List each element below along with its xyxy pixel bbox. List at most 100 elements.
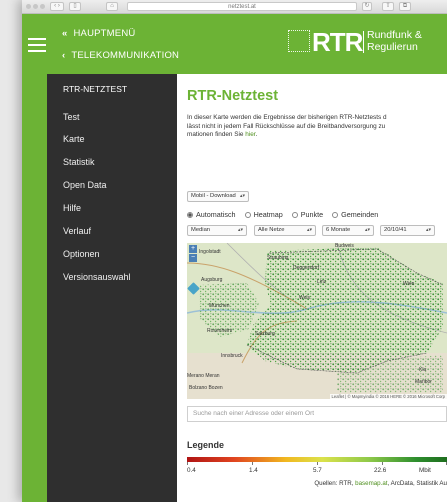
main-content: RTR-Netztest In dieser Karte werden die … <box>177 74 447 502</box>
coverage-map[interactable]: + − Ingolstadt Straubing Deggendorf Augs… <box>187 243 447 399</box>
legend-title: Legende <box>187 440 225 450</box>
intro-text: In dieser Karte werden die Ergebnisse de… <box>187 114 447 140</box>
tabs-icon[interactable]: ⧉ <box>399 2 411 11</box>
browser-toolbar: ‹ › ▯ ⌂ netztest.at ↻ ⇧ ⧉ <box>22 0 447 14</box>
back-forward-icon[interactable]: ‹ › <box>50 2 64 11</box>
map-label-innsbruck: Innsbruck <box>221 353 243 359</box>
select-arrow-icon: ▴▾ <box>237 227 243 233</box>
map-label-augsburg: Augsburg <box>201 277 223 283</box>
radio-punkte[interactable]: Punkte <box>291 210 323 219</box>
select-arrow-icon: ▴▾ <box>425 227 431 233</box>
address-bar[interactable]: netztest.at <box>127 2 357 11</box>
nav-hauptmenu-label: HAUPTMENÜ <box>73 28 136 39</box>
map-label-muenchen: München <box>209 303 230 309</box>
map-sources: Quellen: RTR, basemap.at, ArcData, Stati… <box>177 480 447 487</box>
logo-emblem-icon <box>288 30 310 52</box>
statistic-select[interactable]: Median ▴▾ <box>187 225 247 236</box>
network-value: Alle Netze <box>258 227 285 233</box>
intro-line-3-prefix: mationen finden Sie <box>187 131 246 138</box>
sidebar-accent-strip <box>22 74 47 502</box>
intro-line-3: mationen finden Sie hier. <box>187 131 447 140</box>
radio-automatisch-icon <box>187 212 193 218</box>
radio-punkte-icon <box>291 212 298 218</box>
network-select[interactable]: Alle Netze ▴▾ <box>254 225 316 236</box>
map-label-bolzano: Bolzano Bozen <box>189 385 223 391</box>
nav-hauptmenu-link[interactable]: « HAUPTMENÜ <box>62 28 135 39</box>
intro-line-2: lässt nicht in jedem Fall Rückschlüsse a… <box>187 122 386 130</box>
home-icon[interactable]: ⌂ <box>106 2 118 11</box>
minimize-window-icon[interactable] <box>33 4 38 9</box>
view-mode-radio-group: Automatisch Heatmap Punkte Gemeinden <box>187 210 385 219</box>
intro-line-1: In dieser Karte werden die Ergebnisse de… <box>187 114 387 121</box>
map-label-deggendorf: Deggendorf <box>293 265 320 271</box>
sidebar-item-karte[interactable]: Karte <box>63 134 85 144</box>
intro-line-3-suffix: . <box>255 131 258 138</box>
logo-wordmark[interactable]: RTR <box>312 27 363 58</box>
sidebar-toggle-icon[interactable]: ▯ <box>69 2 81 11</box>
browser-window: ‹ › ▯ ⌂ netztest.at ↻ ⇧ ⧉ « HAUPTMENÜ ‹ TE… <box>22 0 447 502</box>
select-arrow-icon: ▴▾ <box>364 227 370 233</box>
sources-basemap-link[interactable]: basemap.at <box>355 480 387 487</box>
sidebar-item-statistik[interactable]: Statistik <box>63 157 95 167</box>
radio-automatisch[interactable]: Automatisch <box>187 210 236 219</box>
map-label-wels: Wels <box>299 295 311 301</box>
reload-icon[interactable]: ↻ <box>362 2 372 11</box>
zoom-window-icon[interactable] <box>40 4 45 9</box>
map-label-salzburg: Salzburg <box>255 331 275 337</box>
sidebar-item-optionen[interactable]: Optionen <box>63 249 100 259</box>
date-select[interactable]: 20/10/41 ▴▾ <box>380 225 435 236</box>
sources-prefix: Quellen: RTR, <box>314 480 356 487</box>
map-label-wien: Wien <box>403 281 415 287</box>
sidebar-title: RTR-NETZTEST <box>63 84 128 94</box>
map-label-rosenheim: Rosenheim <box>207 328 233 334</box>
site-header: « HAUPTMENÜ ‹ TELEKOMMUNIKATION RTR Rundfu… <box>22 14 447 74</box>
select-arrow-icon: ▴▾ <box>239 193 245 199</box>
map-label-budweis: Budweis <box>335 243 354 249</box>
share-icon[interactable]: ⇧ <box>382 2 394 11</box>
zoom-out-button[interactable]: − <box>189 254 197 262</box>
period-value: 6 Monate <box>326 227 351 233</box>
radio-heatmap-icon <box>244 212 251 218</box>
sidebar-item-test[interactable]: Test <box>63 112 80 122</box>
measurement-type-value: Mobil - Download <box>191 193 236 199</box>
page-title: RTR-Netztest <box>187 88 279 104</box>
date-value: 20/10/41 <box>384 227 407 233</box>
double-chevron-left-icon: « <box>62 28 68 39</box>
sidebar-item-open-data[interactable]: Open Data <box>63 180 107 190</box>
radio-heatmap-label: Heatmap <box>253 210 283 219</box>
intro-hier-link[interactable]: hier <box>245 131 255 138</box>
radio-gemeinden[interactable]: Gemeinden <box>332 210 378 219</box>
legend-value-min: 0.4 <box>187 467 196 474</box>
logo-divider <box>363 31 364 53</box>
nav-telekommunikation-link[interactable]: ‹ TELEKOMMUNIKATION <box>62 50 179 61</box>
map-label-straubing: Straubing <box>267 255 289 261</box>
sidebar-item-versionsauswahl[interactable]: Versionsauswahl <box>63 272 131 282</box>
hamburger-menu-icon[interactable] <box>28 38 46 52</box>
sidebar-item-verlauf[interactable]: Verlauf <box>63 226 91 236</box>
radio-gemeinden-label: Gemeinden <box>341 210 379 219</box>
statistic-value: Median <box>191 227 211 233</box>
sources-suffix: , ArcData, Statistik Au <box>387 480 447 487</box>
legend-ticks <box>187 462 447 465</box>
legend-value-2: 1.4 <box>249 467 258 474</box>
legend-unit: Mbit <box>419 467 431 474</box>
radio-heatmap[interactable]: Heatmap <box>244 210 283 219</box>
legend-value-4: 22.6 <box>374 467 387 474</box>
map-label-linz: Linz <box>317 279 327 285</box>
map-label-merano: Merano Meran <box>187 373 220 379</box>
logo-subtitle-line1: Rundfunk & <box>367 29 422 41</box>
zoom-in-button[interactable]: + <box>189 245 197 253</box>
radio-automatisch-label: Automatisch <box>196 210 236 219</box>
legend-value-3: 5.7 <box>313 467 322 474</box>
period-select[interactable]: 6 Monate ▴▾ <box>322 225 374 236</box>
map-search-input[interactable]: Suche nach einer Adresse oder einem Ort <box>187 406 447 422</box>
measurement-type-select[interactable]: Mobil - Download ▴▾ <box>187 191 249 202</box>
select-arrow-icon: ▴▾ <box>306 227 312 233</box>
map-label-ingolstadt: Ingolstadt <box>199 249 221 255</box>
map-label-kla: Kla <box>419 367 427 373</box>
sidebar-item-hilfe[interactable]: Hilfe <box>63 203 81 213</box>
radio-gemeinden-icon <box>332 212 339 218</box>
close-window-icon[interactable] <box>26 4 31 9</box>
nav-telekommunikation-label: TELEKOMMUNIKATION <box>71 50 180 61</box>
map-attribution[interactable]: Leaflet | © Mapmyindia © 2016 HERE © 201… <box>329 394 447 399</box>
